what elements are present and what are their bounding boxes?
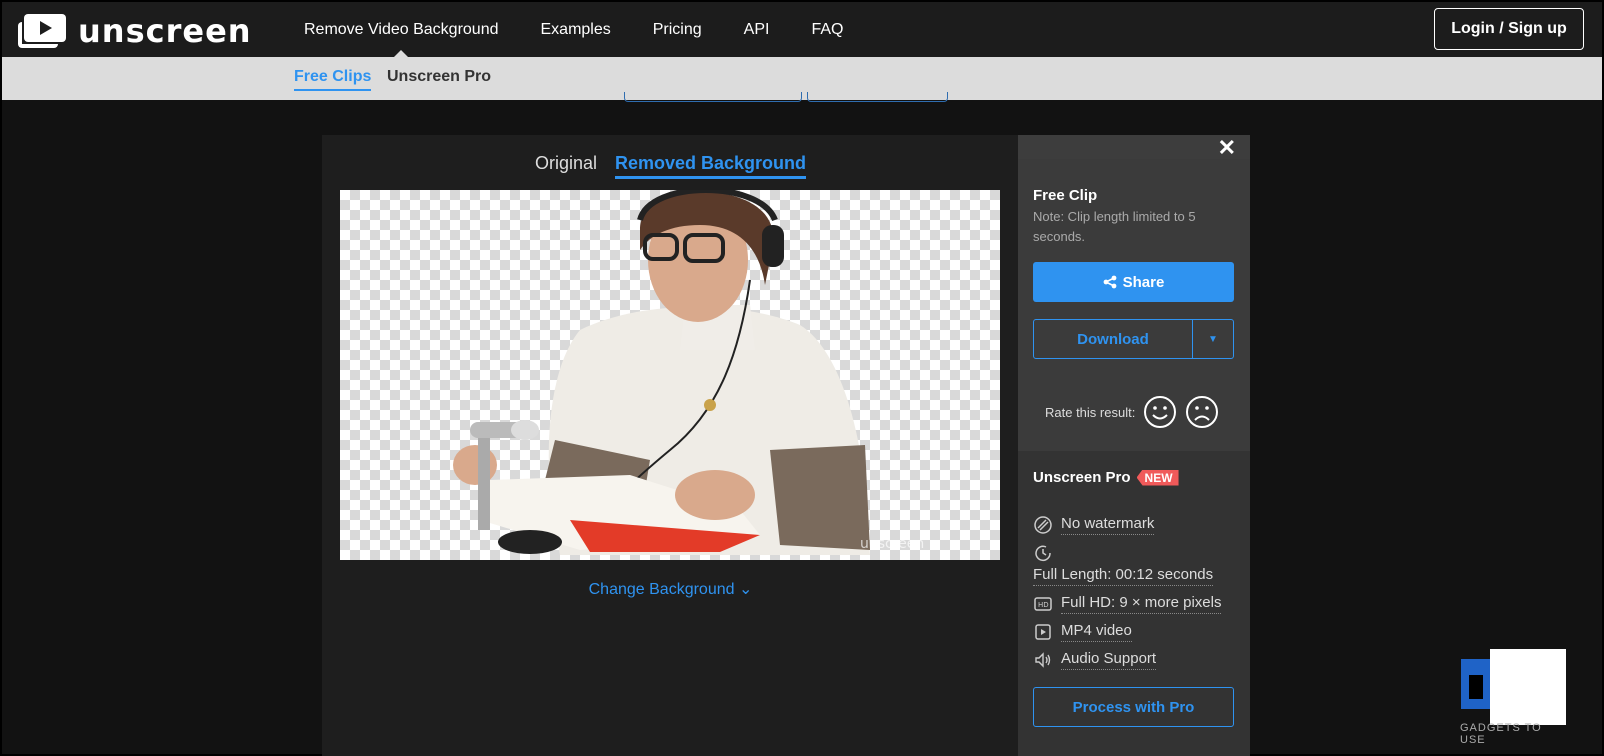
speaker-icon xyxy=(1035,652,1051,668)
close-icon[interactable]: ✕ xyxy=(1218,135,1236,161)
feature-label: Full HD: 9 × more pixels xyxy=(1061,594,1222,614)
feature-no-watermark: No watermark xyxy=(1033,515,1155,535)
top-navbar: unscreen Remove Video Background Example… xyxy=(2,2,1602,57)
side-panel: ✕ Free Clip Note: Clip length limited to… xyxy=(1018,135,1250,756)
nav-examples[interactable]: Examples xyxy=(541,2,611,57)
share-label: Share xyxy=(1122,273,1165,291)
feature-label: No watermark xyxy=(1061,515,1155,535)
chevron-down-icon: ⌄ xyxy=(738,581,753,598)
feature-mp4: MP4 video xyxy=(1033,622,1132,642)
view-tabs: Original Removed Background xyxy=(322,153,1019,179)
hd-icon: HD xyxy=(1034,597,1052,611)
share-icon xyxy=(1103,275,1117,289)
new-badge: NEW xyxy=(1136,469,1179,486)
brand-name: unscreen xyxy=(78,12,252,50)
tab-free-clips[interactable]: Free Clips xyxy=(294,68,372,91)
video-file-icon xyxy=(1035,624,1051,640)
login-signup-button[interactable]: Login / Sign up xyxy=(1434,8,1584,50)
person-cutout-image: unscreen xyxy=(453,190,924,555)
clock-icon xyxy=(1035,545,1051,562)
change-background-label: Change Background xyxy=(588,581,735,598)
watermark-text: GADGETS TO USE xyxy=(1460,722,1542,746)
tab-removed-background[interactable]: Removed Background xyxy=(614,153,807,179)
unscreen-pro-title: Unscreen Pro NEW xyxy=(1033,469,1179,486)
feature-label: Audio Support xyxy=(1061,650,1157,670)
change-background-link[interactable]: Change Background ⌄ xyxy=(322,579,1019,599)
tab-original[interactable]: Original xyxy=(535,153,597,179)
panel-header-strip xyxy=(1018,135,1250,159)
free-clip-note: Note: Clip length limited to 5 seconds. xyxy=(1033,209,1196,244)
rate-result: Rate this result: xyxy=(1045,395,1219,429)
caret-down-icon: ▼ xyxy=(1208,333,1218,345)
watermark-block xyxy=(1490,649,1566,725)
unscreen-logo[interactable]: unscreen xyxy=(18,12,252,50)
process-with-pro-button[interactable]: Process with Pro xyxy=(1033,687,1234,727)
free-clip-title: Free Clip xyxy=(1033,187,1098,204)
feature-full-hd: HD Full HD: 9 × more pixels xyxy=(1033,594,1222,614)
gadgets-to-use-logo xyxy=(1461,659,1493,709)
svg-text:unscreen: unscreen xyxy=(860,536,924,552)
hidden-button-edge xyxy=(624,92,802,102)
no-watermark-icon xyxy=(1034,516,1052,534)
sub-navbar: Free Clips Unscreen Pro xyxy=(2,57,1602,100)
video-preview[interactable]: unscreen xyxy=(340,190,1000,560)
main-nav: Remove Video Background Examples Pricing… xyxy=(304,2,843,57)
tab-unscreen-pro[interactable]: Unscreen Pro xyxy=(387,68,491,86)
feature-label: MP4 video xyxy=(1061,622,1132,642)
download-options-button[interactable]: ▼ xyxy=(1192,319,1234,359)
share-button[interactable]: Share xyxy=(1033,262,1234,302)
feature-audio: Audio Support xyxy=(1033,650,1157,670)
feature-label: Full Length: 00:12 seconds xyxy=(1033,566,1214,586)
download-button[interactable]: Download xyxy=(1033,319,1193,359)
nav-faq[interactable]: FAQ xyxy=(811,2,843,57)
happy-face-icon[interactable] xyxy=(1143,395,1177,429)
hidden-button-edge xyxy=(807,92,948,102)
rate-label: Rate this result: xyxy=(1045,404,1136,420)
feature-full-length: Full Length: 00:12 seconds xyxy=(1033,566,1214,586)
nav-pricing[interactable]: Pricing xyxy=(653,2,702,57)
feature-full-length-icon-row xyxy=(1033,543,1053,563)
pro-title-label: Unscreen Pro xyxy=(1033,469,1131,486)
svg-text:HD: HD xyxy=(1038,601,1049,609)
play-logo-icon xyxy=(18,14,66,48)
nav-api[interactable]: API xyxy=(744,2,770,57)
nav-remove-video-background[interactable]: Remove Video Background xyxy=(304,2,499,57)
sad-face-icon[interactable] xyxy=(1185,395,1219,429)
preview-panel: Original Removed Background unscreen Cha… xyxy=(322,135,1019,756)
